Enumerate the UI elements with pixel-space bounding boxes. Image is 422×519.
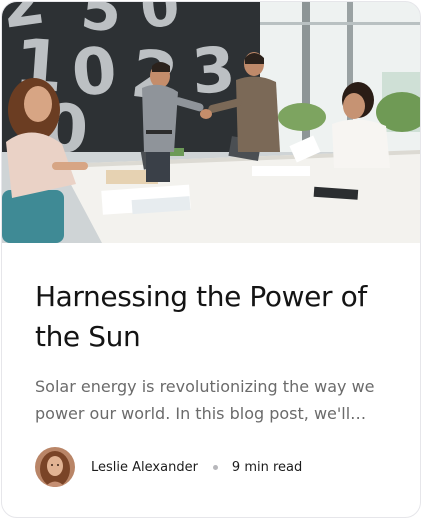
post-title[interactable]: Harnessing the Power of the Sun [35,277,395,357]
post-cover-image: 2 5 0 1 0 2 3 0 [2,2,420,243]
post-excerpt: Solar energy is revolutionizing the way … [35,377,375,423]
separator-dot [212,464,218,470]
avatar[interactable] [35,447,75,487]
post-meta: Leslie Alexander 9 min read [35,447,302,487]
wall-digit: 3 [189,32,237,108]
read-time: 9 min read [231,459,303,475]
author-name[interactable]: Leslie Alexander [91,460,198,475]
blog-post-card[interactable]: 2 5 0 1 0 2 3 0 [1,1,421,518]
